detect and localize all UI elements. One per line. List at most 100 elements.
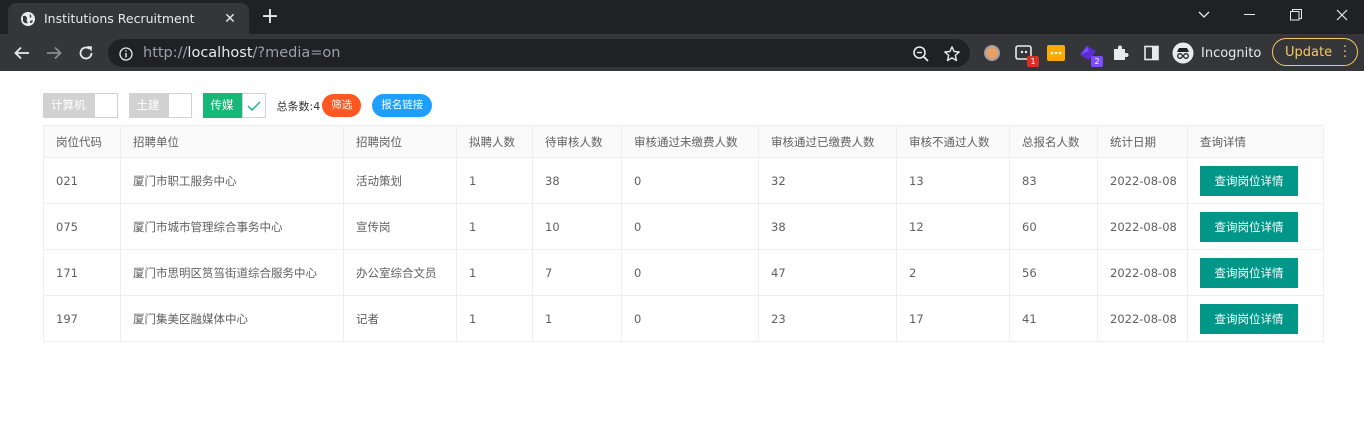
cell-post: 宣传岗 (343, 203, 457, 250)
column-header: 招聘单位 (120, 125, 344, 158)
globe-icon (20, 11, 36, 27)
column-header: 待审核人数 (532, 125, 622, 158)
filter-button[interactable]: 筛选 (322, 94, 362, 117)
cell-action: 查询岗位详情 (1187, 203, 1324, 250)
cell-action: 查询岗位详情 (1187, 295, 1324, 342)
cell-approved-unpaid: 0 (621, 203, 759, 250)
cell-total: 41 (1009, 295, 1098, 342)
checkbox-box[interactable] (93, 93, 118, 118)
cell-planned: 1 (456, 157, 533, 204)
cell-approved-unpaid: 0 (621, 157, 759, 204)
cell-post: 办公室综合文员 (343, 249, 457, 296)
tab-title: Institutions Recruitment (44, 11, 195, 26)
minimize-icon[interactable] (1230, 4, 1270, 26)
table-row: 021 厦门市职工服务中心 活动策划 1 38 0 32 13 83 2022-… (43, 157, 1324, 204)
cell-rejected: 17 (896, 295, 1010, 342)
side-panel-icon[interactable] (1142, 43, 1162, 63)
update-button[interactable]: Update · · · (1272, 38, 1358, 66)
cell-rejected: 2 (896, 249, 1010, 296)
cell-total: 56 (1009, 249, 1098, 296)
checkbox-civil[interactable]: 土建 (128, 93, 192, 118)
cell-rejected: 13 (896, 157, 1010, 204)
cell-unit: 厦门市思明区筼筜街道综合服务中心 (120, 249, 344, 296)
column-header: 审核通过未缴费人数 (621, 125, 759, 158)
view-detail-button[interactable]: 查询岗位详情 (1200, 257, 1298, 288)
cell-code: 021 (43, 157, 121, 204)
cell-planned: 1 (456, 203, 533, 250)
back-icon[interactable] (9, 40, 35, 66)
view-detail-button[interactable]: 查询岗位详情 (1200, 303, 1298, 334)
more-vert-icon: · · · (1342, 40, 1347, 65)
cell-planned: 1 (456, 249, 533, 296)
column-header: 审核通过已缴费人数 (758, 125, 897, 158)
cell-approved-paid: 32 (758, 157, 897, 204)
cell-pending: 38 (532, 157, 622, 204)
checkbox-box[interactable] (167, 93, 192, 118)
cell-action: 查询岗位详情 (1187, 249, 1324, 296)
view-detail-button[interactable]: 查询岗位详情 (1200, 165, 1298, 196)
cell-approved-unpaid: 0 (621, 249, 759, 296)
checkbox-media[interactable]: 传媒 (202, 93, 266, 118)
bookmark-star-icon[interactable] (943, 45, 961, 63)
address-bar[interactable]: http://localhost/?media=on (108, 39, 970, 67)
cell-unit: 厦门市职工服务中心 (120, 157, 344, 204)
checkbox-box[interactable] (241, 93, 266, 118)
cell-total: 83 (1009, 157, 1098, 204)
check-icon (247, 101, 260, 111)
checkbox-computer[interactable]: 计算机 (43, 93, 118, 118)
url-path: /?media=on (252, 45, 341, 61)
checkbox-label: 计算机 (43, 93, 94, 118)
table-row: 197 厦门集美区融媒体中心 记者 1 1 0 23 17 41 2022-08… (43, 295, 1324, 342)
forward-icon[interactable] (41, 40, 67, 66)
cell-unit: 厦门市城市管理综合事务中心 (120, 203, 344, 250)
browser-tab[interactable]: Institutions Recruitment ✕ (8, 3, 249, 34)
new-tab-icon[interactable]: + (258, 6, 282, 30)
column-header: 审核不通过人数 (896, 125, 1010, 158)
cell-date: 2022-08-08 (1097, 203, 1188, 250)
extension-shape-icon[interactable]: 2 (1078, 43, 1103, 67)
column-header: 拟聘人数 (456, 125, 533, 158)
chevron-down-icon[interactable] (1184, 4, 1224, 26)
cell-date: 2022-08-08 (1097, 157, 1188, 204)
cell-date: 2022-08-08 (1097, 249, 1188, 296)
zoom-icon[interactable] (912, 45, 930, 63)
cell-post: 记者 (343, 295, 457, 342)
puzzle-icon[interactable] (1110, 43, 1130, 63)
checkbox-label: 传媒 (202, 93, 242, 118)
url-scheme: http:// (143, 45, 188, 61)
incognito-label: Incognito (1201, 45, 1262, 61)
extension-badge: 2 (1091, 56, 1103, 67)
table-row: 171 厦门市思明区筼筜街道综合服务中心 办公室综合文员 1 7 0 47 2 … (43, 249, 1324, 296)
column-header: 招聘岗位 (343, 125, 457, 158)
browser-toolbar: http://localhost/?media=on 1 2 Incognito… (0, 34, 1364, 71)
cell-unit: 厦门集美区融媒体中心 (120, 295, 344, 342)
extension-badge: 1 (1027, 56, 1039, 67)
cell-approved-paid: 47 (758, 249, 897, 296)
registration-link-button[interactable]: 报名链接 (372, 94, 433, 117)
incognito-indicator[interactable]: Incognito (1172, 41, 1261, 65)
info-icon[interactable] (119, 46, 133, 61)
column-header: 岗位代码 (43, 125, 121, 158)
checkbox-label: 土建 (128, 93, 168, 118)
cell-total: 60 (1009, 203, 1098, 250)
table-row: 075 厦门市城市管理综合事务中心 宣传岗 1 10 0 38 12 60 20… (43, 203, 1324, 250)
cell-code: 171 (43, 249, 121, 296)
column-header: 总报名人数 (1009, 125, 1098, 158)
cell-approved-paid: 23 (758, 295, 897, 342)
cell-pending: 7 (532, 249, 622, 296)
column-header: 统计日期 (1097, 125, 1188, 158)
column-header: 查询详情 (1187, 125, 1324, 158)
extension-screen-icon[interactable]: 1 (1014, 43, 1039, 67)
close-window-icon[interactable] (1322, 4, 1362, 26)
cell-code: 197 (43, 295, 121, 342)
incognito-icon (1172, 42, 1194, 64)
extension-notes-icon[interactable] (1046, 43, 1066, 63)
cell-action: 查询岗位详情 (1187, 157, 1324, 204)
view-detail-button[interactable]: 查询岗位详情 (1200, 211, 1298, 242)
cell-post: 活动策划 (343, 157, 457, 204)
restore-icon[interactable] (1276, 4, 1316, 26)
reload-icon[interactable] (73, 40, 99, 66)
close-tab-icon[interactable]: ✕ (221, 11, 239, 27)
extension-circle-icon[interactable] (982, 43, 1002, 63)
cell-pending: 10 (532, 203, 622, 250)
